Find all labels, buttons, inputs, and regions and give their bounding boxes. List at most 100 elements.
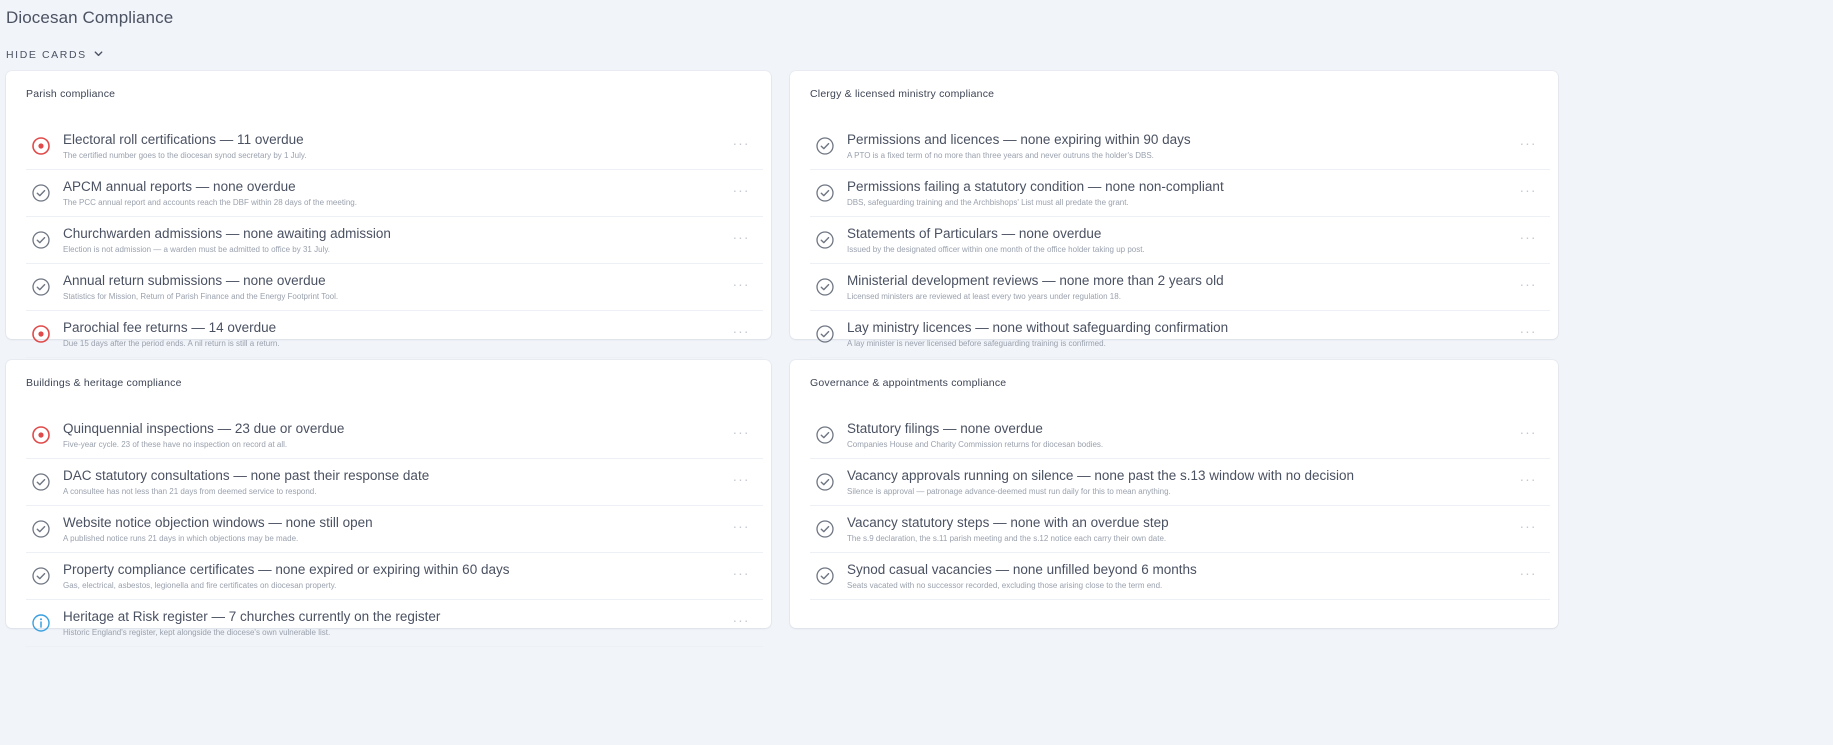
row-description: A published notice runs 21 days in which… (63, 534, 299, 543)
compliance-row[interactable]: Vacancy approvals running on silence — n… (810, 459, 1550, 506)
check-circle-icon (815, 472, 835, 492)
page-title: Diocesan Compliance (6, 8, 174, 27)
row-text: Synod casual vacancies — none unfilled b… (847, 561, 1514, 591)
more-options-icon[interactable]: ··· (727, 182, 755, 198)
more-options-icon[interactable]: ··· (1514, 518, 1542, 534)
compliance-list: Statutory filings — none overdue Companie… (810, 412, 1550, 600)
row-text: Vacancy approvals running on silence — n… (847, 467, 1514, 497)
more-options-icon[interactable]: ··· (727, 135, 755, 151)
compliance-row[interactable]: DAC statutory consultations — none past … (26, 459, 763, 506)
card-governance-compliance: Governance & appointments compliance Sta… (790, 360, 1558, 628)
row-text: Permissions failing a statutory conditio… (847, 178, 1514, 208)
row-title: Ministerial development reviews — none m… (847, 273, 1224, 288)
compliance-row[interactable]: Permissions and licences — none expiring… (810, 123, 1550, 170)
compliance-row[interactable]: Lay ministry licences — none without saf… (810, 311, 1550, 358)
row-description: Licensed ministers are reviewed at least… (847, 292, 1121, 301)
row-description: Statistics for Mission, Return of Parish… (63, 292, 339, 301)
row-title: Vacancy approvals running on silence — n… (847, 468, 1355, 483)
compliance-row[interactable]: Vacancy statutory steps — none with an o… (810, 506, 1550, 553)
row-description: The PCC annual report and accounts reach… (63, 198, 357, 207)
row-text: APCM annual reports — none overdue The PC… (63, 178, 727, 208)
card-title: Governance & appointments compliance (810, 377, 1007, 389)
more-options-icon[interactable]: ··· (1514, 471, 1542, 487)
more-options-icon[interactable]: ··· (727, 276, 755, 292)
compliance-row[interactable]: Permissions failing a statutory conditio… (810, 170, 1550, 217)
more-options-icon[interactable]: ··· (727, 612, 755, 628)
row-description: A PTO is a fixed term of no more than th… (847, 151, 1154, 160)
check-circle-icon (815, 183, 835, 203)
more-options-icon[interactable]: ··· (1514, 135, 1542, 151)
row-description: The s.9 declaration, the s.11 parish mee… (847, 534, 1167, 543)
compliance-row[interactable]: Quinquennial inspections — 23 due or ove… (26, 412, 763, 459)
compliance-row[interactable]: Parochial fee returns — 14 overdue Due 15… (26, 311, 763, 358)
compliance-row[interactable]: APCM annual reports — none overdue The PC… (26, 170, 763, 217)
row-description: DBS, safeguarding training and the Archb… (847, 198, 1129, 207)
check-circle-icon (815, 566, 835, 586)
row-description: Due 15 days after the period ends. A nil… (63, 339, 280, 348)
row-text: Heritage at Risk register — 7 churches c… (63, 608, 727, 638)
compliance-row[interactable]: Ministerial development reviews — none m… (810, 264, 1550, 311)
row-text: Ministerial development reviews — none m… (847, 272, 1514, 302)
more-options-icon[interactable]: ··· (1514, 229, 1542, 245)
row-description: A lay minister is never licensed before … (847, 339, 1106, 348)
card-title: Clergy & licensed ministry compliance (810, 88, 995, 100)
compliance-list: Electoral roll certifications — 11 overd… (26, 123, 763, 358)
row-description: Seats vacated with no successor recorded… (847, 581, 1163, 590)
row-description: Silence is approval — patronage advance-… (847, 487, 1171, 496)
row-title: Churchwarden admissions — none awaiting … (63, 226, 391, 241)
more-options-icon[interactable]: ··· (727, 471, 755, 487)
compliance-row[interactable]: Churchwarden admissions — none awaiting … (26, 217, 763, 264)
row-title: Website notice objection windows — none … (63, 515, 373, 530)
row-description: Companies House and Charity Commission r… (847, 440, 1104, 449)
row-text: Quinquennial inspections — 23 due or ove… (63, 420, 727, 450)
row-title: Statements of Particulars — none overdue (847, 226, 1102, 241)
card-buildings-compliance: Buildings & heritage compliance Quinquen… (6, 360, 771, 647)
more-options-icon[interactable]: ··· (1514, 182, 1542, 198)
more-options-icon[interactable]: ··· (727, 229, 755, 245)
more-options-icon[interactable]: ··· (1514, 565, 1542, 581)
row-description: Election is not admission — a warden mus… (63, 245, 330, 254)
row-description: Issued by the designated officer within … (847, 245, 1145, 254)
check-circle-icon (815, 136, 835, 156)
card-title: Buildings & heritage compliance (26, 377, 182, 389)
more-options-icon[interactable]: ··· (727, 424, 755, 440)
info-circle-icon (31, 613, 51, 633)
row-title: Property compliance certificates — none … (63, 562, 510, 577)
more-options-icon[interactable]: ··· (1514, 276, 1542, 292)
check-circle-icon (31, 230, 51, 250)
more-options-icon[interactable]: ··· (727, 565, 755, 581)
hide-cards-toggle[interactable]: HIDE CARDS (6, 48, 104, 62)
row-title: Statutory filings — none overdue (847, 421, 1043, 436)
check-circle-icon (31, 472, 51, 492)
row-title: Permissions and licences — none expiring… (847, 132, 1191, 147)
more-options-icon[interactable]: ··· (1514, 323, 1542, 339)
row-text: Electoral roll certifications — 11 overd… (63, 131, 727, 161)
more-options-icon[interactable]: ··· (727, 323, 755, 339)
row-title: Quinquennial inspections — 23 due or ove… (63, 421, 345, 436)
compliance-list: Quinquennial inspections — 23 due or ove… (26, 412, 763, 647)
row-title: DAC statutory consultations — none past … (63, 468, 430, 483)
more-options-icon[interactable]: ··· (727, 518, 755, 534)
check-circle-icon (31, 519, 51, 539)
check-circle-icon (31, 566, 51, 586)
compliance-row[interactable]: Electoral roll certifications — 11 overd… (26, 123, 763, 170)
compliance-row[interactable]: Annual return submissions — none overdue… (26, 264, 763, 311)
check-circle-icon (815, 324, 835, 344)
row-text: Lay ministry licences — none without saf… (847, 319, 1514, 349)
compliance-row[interactable]: Heritage at Risk register — 7 churches c… (26, 600, 763, 647)
more-options-icon[interactable]: ··· (1514, 424, 1542, 440)
compliance-row[interactable]: Synod casual vacancies — none unfilled b… (810, 553, 1550, 600)
check-circle-icon (815, 519, 835, 539)
row-text: Churchwarden admissions — none awaiting … (63, 225, 727, 255)
compliance-row[interactable]: Statements of Particulars — none overdue… (810, 217, 1550, 264)
row-title: Parochial fee returns — 14 overdue (63, 320, 277, 335)
row-title: Electoral roll certifications — 11 overd… (63, 132, 304, 147)
row-text: Website notice objection windows — none … (63, 514, 727, 544)
row-description: Gas, electrical, asbestos, legionella an… (63, 581, 337, 590)
check-circle-icon (31, 277, 51, 297)
compliance-row[interactable]: Website notice objection windows — none … (26, 506, 763, 553)
row-text: Statutory filings — none overdue Companie… (847, 420, 1514, 450)
compliance-row[interactable]: Statutory filings — none overdue Companie… (810, 412, 1550, 459)
check-circle-icon (815, 425, 835, 445)
compliance-row[interactable]: Property compliance certificates — none … (26, 553, 763, 600)
